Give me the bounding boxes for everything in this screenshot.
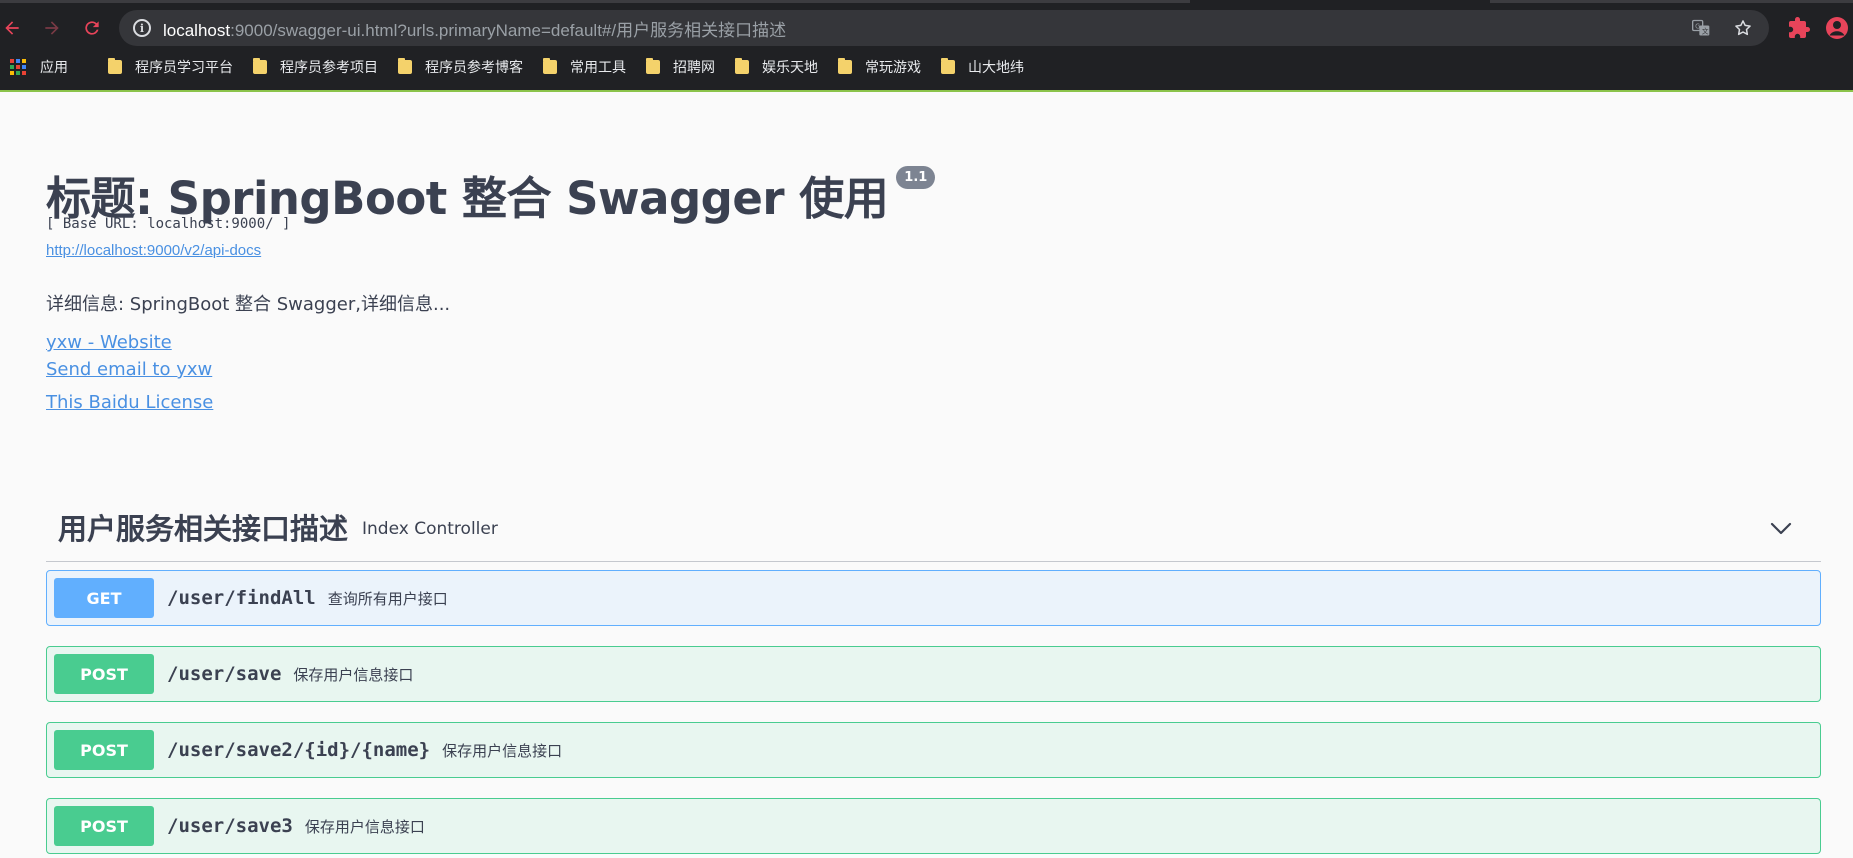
star-icon[interactable] — [1733, 18, 1753, 38]
folder-icon — [735, 58, 749, 74]
folder-icon — [108, 58, 122, 74]
operation-path: /user/findAll — [167, 587, 316, 609]
bookmark-folder[interactable]: 常玩游戏 — [832, 53, 929, 81]
contact-website-link[interactable]: yxw - Website — [46, 332, 172, 353]
tab-strip — [0, 0, 1853, 4]
reload-button[interactable] — [72, 8, 112, 48]
translate-icon[interactable]: G文 — [1691, 18, 1711, 38]
method-badge: POST — [54, 806, 154, 846]
operation-path: /user/save2/{id}/{name} — [167, 739, 431, 761]
folder-icon — [398, 58, 412, 74]
address-bar[interactable]: i localhost:9000/swagger-ui.html?urls.pr… — [119, 10, 1769, 46]
svg-text:文: 文 — [1702, 26, 1709, 35]
operation-post-user-save3[interactable]: POST /user/save3 保存用户信息接口 — [46, 798, 1821, 854]
tag-name: 用户服务相关接口描述 — [58, 511, 349, 546]
browser-toolbar: i localhost:9000/swagger-ui.html?urls.pr… — [0, 8, 1853, 48]
folder-icon — [838, 58, 852, 74]
contact-email-link[interactable]: Send email to yxw — [46, 359, 212, 380]
puzzle-icon[interactable] — [1787, 16, 1811, 40]
profile-icon[interactable] — [1825, 16, 1849, 40]
api-description: 详细信息: SpringBoot 整合 Swagger,详细信息... — [46, 294, 451, 315]
forward-arrow-icon — [45, 21, 59, 35]
forward-button[interactable] — [32, 8, 72, 48]
bookmark-apps[interactable]: 应用 — [4, 53, 76, 81]
apps-grid-icon — [10, 59, 26, 75]
back-button[interactable] — [0, 8, 32, 48]
folder-icon — [646, 58, 660, 74]
operation-summary: 保存用户信息接口 — [293, 665, 414, 684]
url-text: localhost:9000/swagger-ui.html?urls.prim… — [163, 20, 787, 40]
tag-section-header[interactable]: 用户服务相关接口描述 Index Controller — [46, 492, 1821, 562]
method-badge: POST — [54, 730, 154, 770]
bookmarks-bar: 应用 程序员学习平台 程序员参考项目 程序员参考博客 常用工具 招聘网 娱乐天地… — [0, 52, 1853, 82]
bookmark-folder[interactable]: 程序员参考项目 — [247, 53, 386, 81]
info-icon[interactable]: i — [133, 19, 151, 37]
folder-icon — [941, 58, 955, 74]
bookmark-folder[interactable]: 招聘网 — [640, 53, 723, 81]
base-url: [ Base URL: localhost:9000/ ] — [46, 216, 291, 232]
bookmark-folder[interactable]: 常用工具 — [537, 53, 634, 81]
back-arrow-icon — [5, 21, 19, 35]
operation-path: /user/save — [167, 663, 282, 685]
operation-summary: 保存用户信息接口 — [442, 741, 563, 760]
swagger-ui: 标题: SpringBoot 整合 Swagger 使用 1.1 [ Base … — [0, 92, 1853, 858]
tag-description: Index Controller — [362, 518, 498, 539]
folder-icon — [543, 58, 557, 74]
version-badge: 1.1 — [896, 166, 936, 189]
bookmark-folder[interactable]: 程序员学习平台 — [102, 53, 241, 81]
operation-summary: 保存用户信息接口 — [304, 817, 425, 836]
bookmark-folder[interactable]: 山大地纬 — [935, 53, 1032, 81]
api-docs-link[interactable]: http://localhost:9000/v2/api-docs — [46, 242, 261, 259]
license-link[interactable]: This Baidu License — [46, 392, 213, 413]
bookmark-folder[interactable]: 程序员参考博客 — [392, 53, 531, 81]
folder-icon — [253, 58, 267, 74]
operation-path: /user/save3 — [167, 815, 293, 837]
operation-get-user-findall[interactable]: GET /user/findAll 查询所有用户接口 — [46, 570, 1821, 626]
method-badge: POST — [54, 654, 154, 694]
operation-post-user-save2[interactable]: POST /user/save2/{id}/{name} 保存用户信息接口 — [46, 722, 1821, 778]
operation-summary: 查询所有用户接口 — [327, 589, 448, 608]
operation-post-user-save[interactable]: POST /user/save 保存用户信息接口 — [46, 646, 1821, 702]
svg-text:G: G — [1695, 22, 1700, 30]
chevron-down-icon[interactable] — [1769, 516, 1793, 540]
bookmark-folder[interactable]: 娱乐天地 — [729, 53, 826, 81]
method-badge: GET — [54, 578, 154, 618]
reload-icon — [85, 21, 99, 35]
browser-chrome: i localhost:9000/swagger-ui.html?urls.pr… — [0, 0, 1853, 92]
